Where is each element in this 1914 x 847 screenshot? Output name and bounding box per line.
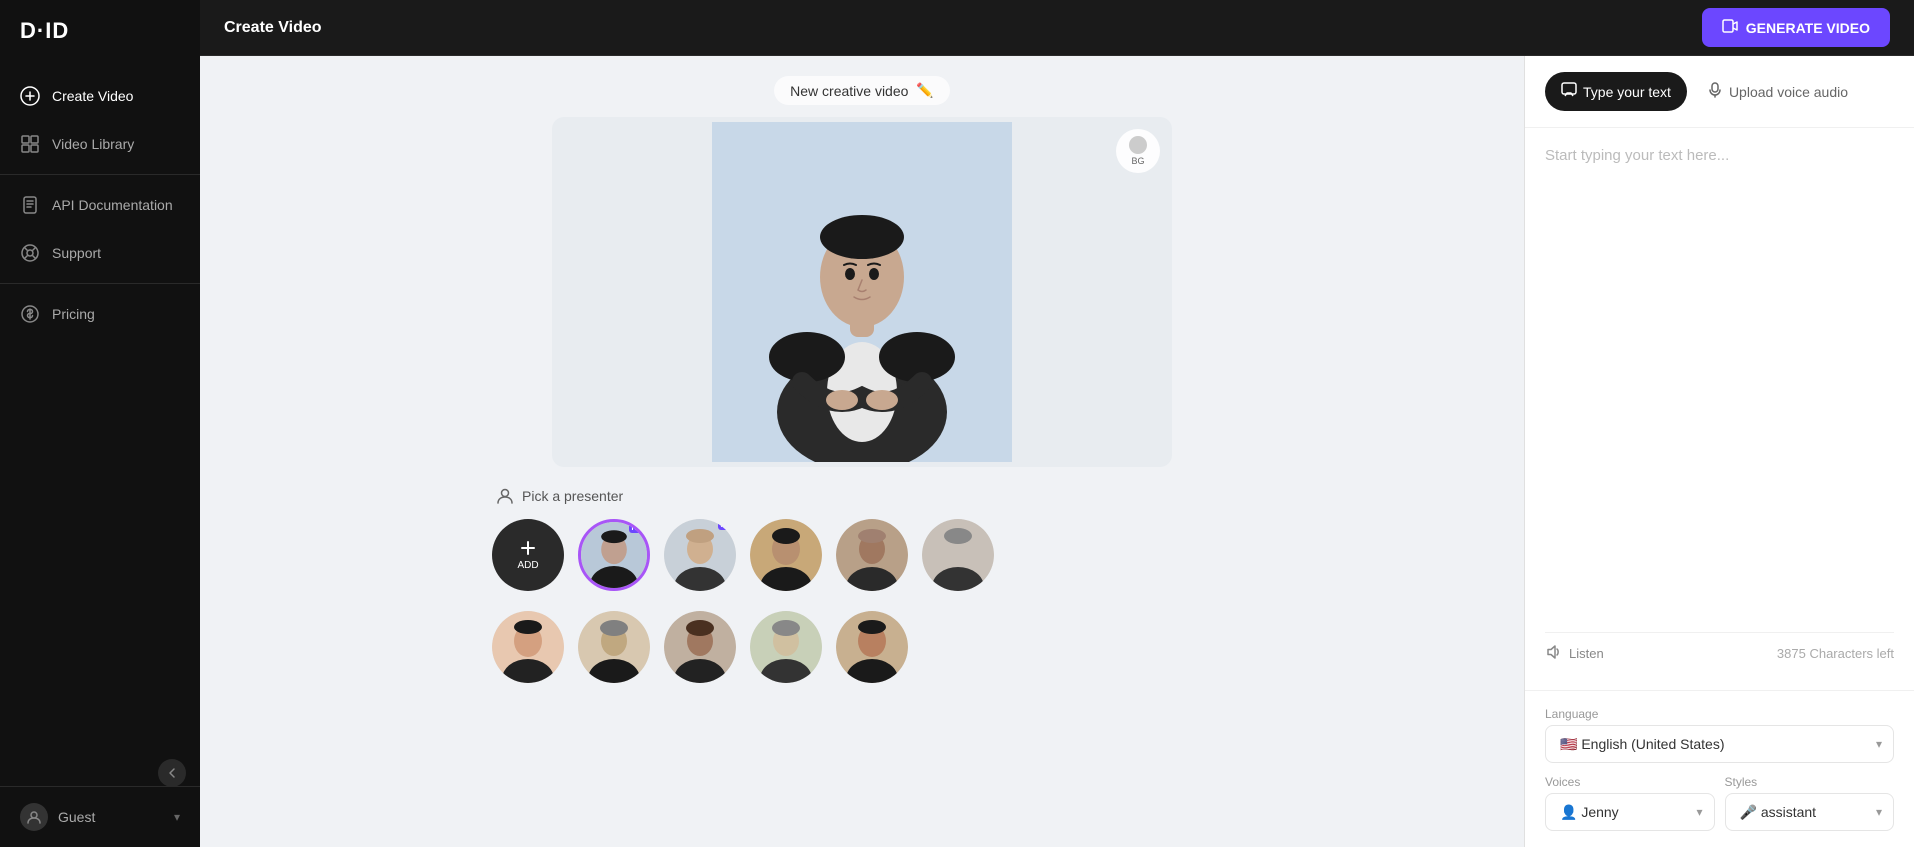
sidebar: D·ID Create Video Video Library (0, 0, 200, 847)
listen-button[interactable]: Listen (1545, 643, 1604, 664)
sidebar-item-api-docs[interactable]: API Documentation (0, 181, 200, 229)
avatar (20, 803, 48, 831)
sidebar-item-video-library[interactable]: Video Library (0, 120, 200, 168)
presenter-1[interactable]: HQ (578, 519, 650, 591)
presenter-8[interactable] (664, 611, 736, 683)
hq-badge-1: HQ (629, 524, 646, 533)
presenter-6-avatar (492, 611, 564, 683)
plus-circle-icon (20, 86, 40, 106)
sidebar-label-video-library: Video Library (52, 136, 134, 152)
page-title: Create Video (224, 19, 322, 37)
presenter-5[interactable] (922, 519, 994, 591)
user-name: Guest (58, 809, 95, 825)
dollar-icon (20, 304, 40, 324)
presenter-9[interactable] (750, 611, 822, 683)
video-title-bar: New creative video ✏️ (774, 76, 950, 105)
doc-icon (20, 195, 40, 215)
header: Create Video GENERATE VIDEO (200, 0, 1914, 56)
add-presenter-button[interactable]: ADD (492, 519, 564, 591)
tab-text-label: Type your text (1583, 84, 1671, 100)
input-tabs: Type your text Upload voice audio (1525, 56, 1914, 128)
nav-divider-2 (0, 283, 200, 284)
styles-col: Styles 🎤 assistant (1725, 775, 1895, 831)
language-select[interactable]: 🇺🇸 English (United States) (1545, 725, 1894, 763)
text-area-wrapper: Listen 3875 Characters left (1525, 128, 1914, 690)
volume-icon (1545, 643, 1563, 664)
presenter-5-avatar (922, 519, 994, 591)
presenter-10-avatar (836, 611, 908, 683)
bg-icon (1129, 136, 1147, 154)
lifesaver-icon (20, 243, 40, 263)
nav-divider-1 (0, 174, 200, 175)
styles-label: Styles (1725, 775, 1895, 789)
sidebar-item-pricing[interactable]: Pricing (0, 290, 200, 338)
right-panel: Type your text Upload voice audio (1524, 56, 1914, 847)
tab-type-text[interactable]: Type your text (1545, 72, 1687, 111)
generate-video-button[interactable]: GENERATE VIDEO (1702, 8, 1890, 47)
voice-row: Voices 👤 Jenny Styles 🎤 assistant (1545, 775, 1894, 831)
presenter-row-1: ADD HQ (492, 519, 1232, 601)
sidebar-nav: Create Video Video Library API (0, 62, 200, 786)
user-section[interactable]: Guest ▾ (20, 803, 180, 831)
voices-label: Voices (1545, 775, 1715, 789)
voices-select-wrapper: 👤 Jenny (1545, 793, 1715, 831)
logo-text: D·ID (20, 18, 69, 44)
sidebar-label-create-video: Create Video (52, 88, 133, 104)
video-title: New creative video (790, 83, 908, 99)
sidebar-label-api-docs: API Documentation (52, 197, 173, 213)
text-actions: Listen 3875 Characters left (1545, 632, 1894, 674)
language-select-wrapper: 🇺🇸 English (United States) (1545, 725, 1894, 763)
presenter-8-avatar (664, 611, 736, 683)
video-preview: BG (552, 117, 1172, 467)
character-count: 3875 Characters left (1777, 646, 1894, 661)
bg-button[interactable]: BG (1116, 129, 1160, 173)
voice-select[interactable]: 👤 Jenny (1545, 793, 1715, 831)
presenter-6[interactable] (492, 611, 564, 683)
tab-audio-label: Upload voice audio (1729, 84, 1848, 100)
presenter-3-avatar (750, 519, 822, 591)
presenter-row-2 (492, 611, 1232, 693)
presenter-label-icon (496, 487, 514, 505)
tab-upload-audio[interactable]: Upload voice audio (1691, 72, 1864, 111)
logo: D·ID (0, 0, 200, 62)
presenter-10[interactable] (836, 611, 908, 683)
presenter-label: Pick a presenter (492, 487, 1232, 505)
sidebar-item-create-video[interactable]: Create Video (0, 72, 200, 120)
presenter-section: Pick a presenter ADD (492, 487, 1232, 693)
main-content: New creative video ✏️ (200, 56, 1914, 847)
grid-icon (20, 134, 40, 154)
hq-badge-2: HQ (718, 521, 735, 530)
style-select[interactable]: 🎤 assistant (1725, 793, 1895, 831)
chat-icon (1561, 82, 1577, 101)
presenter-2[interactable]: HQ (664, 519, 736, 591)
styles-select-wrapper: 🎤 assistant (1725, 793, 1895, 831)
presenter-7-avatar (578, 611, 650, 683)
presenter-preview (712, 122, 1012, 462)
collapse-button[interactable] (158, 759, 186, 787)
presenter-7[interactable] (578, 611, 650, 683)
sidebar-bottom: Guest ▾ (0, 786, 200, 847)
language-label: Language (1545, 707, 1894, 721)
chevron-down-icon: ▾ (174, 810, 180, 824)
generate-video-icon (1722, 18, 1738, 37)
script-textarea[interactable] (1545, 144, 1894, 624)
presenter-9-avatar (750, 611, 822, 683)
center-panel: New creative video ✏️ (200, 56, 1524, 847)
sidebar-item-support[interactable]: Support (0, 229, 200, 277)
voice-settings: Language 🇺🇸 English (United States) Voic… (1525, 690, 1914, 847)
presenter-4-avatar (836, 519, 908, 591)
presenter-4[interactable] (836, 519, 908, 591)
language-section: Language 🇺🇸 English (United States) (1545, 707, 1894, 763)
voices-col: Voices 👤 Jenny (1545, 775, 1715, 831)
microphone-icon (1707, 82, 1723, 101)
edit-title-icon[interactable]: ✏️ (916, 82, 933, 99)
bg-label: BG (1131, 156, 1144, 166)
presenter-3[interactable] (750, 519, 822, 591)
sidebar-label-support: Support (52, 245, 101, 261)
generate-video-label: GENERATE VIDEO (1746, 20, 1870, 36)
sidebar-label-pricing: Pricing (52, 306, 95, 322)
listen-label: Listen (1569, 646, 1604, 661)
